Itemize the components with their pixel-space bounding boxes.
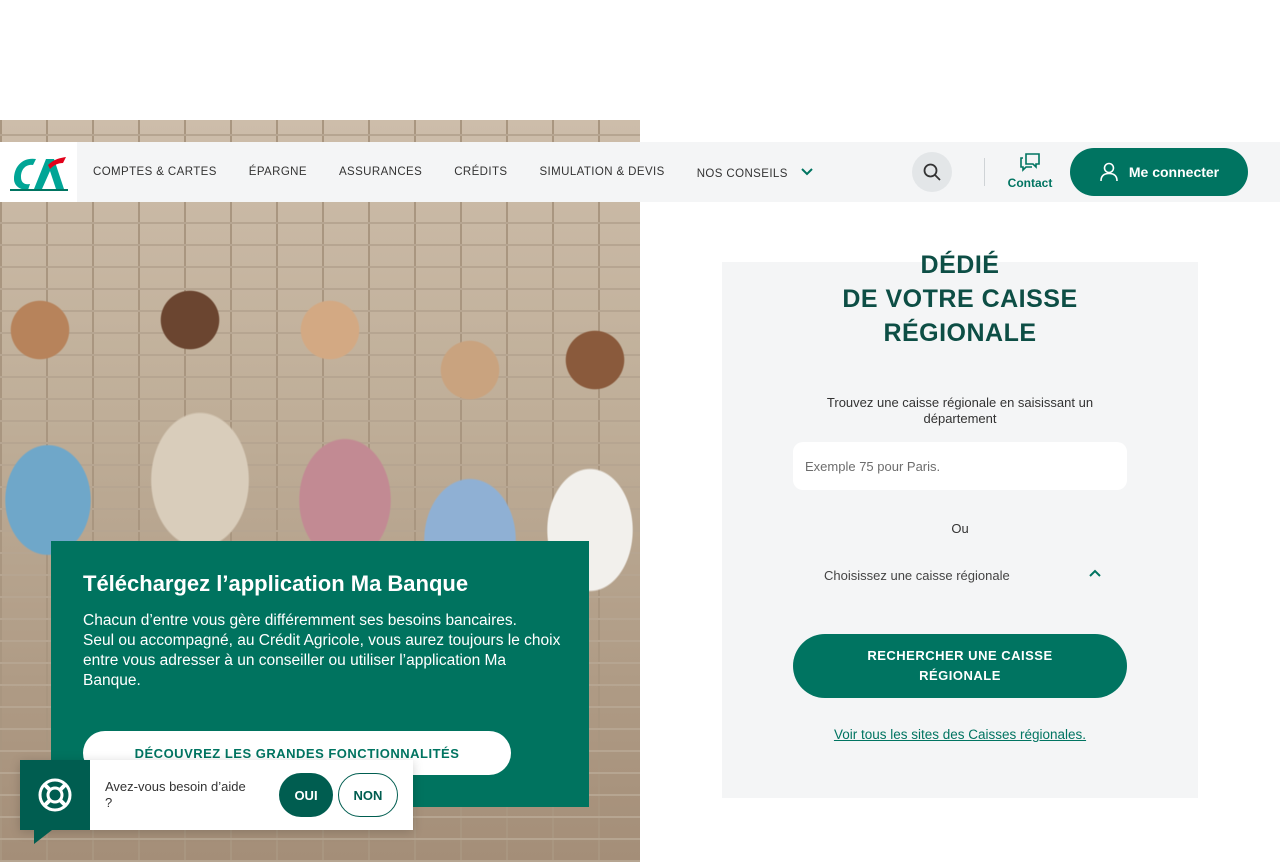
contact-label: Contact [1007,176,1053,190]
search-button[interactable] [912,152,952,192]
all-regional-sites-link[interactable]: Voir tous les sites des Caisses régional… [722,727,1198,742]
department-input[interactable] [793,442,1127,490]
promo-text-1: Chacun d’entre vous gère différemment se… [83,612,517,629]
lifebuoy-icon [38,778,72,812]
help-no-button[interactable]: NON [338,773,398,817]
login-button[interactable]: Me connecter [1070,148,1248,196]
card-title-line-3: RÉGIONALE [883,319,1037,347]
nav-nos-conseils[interactable]: NOS CONSEILS [681,164,830,180]
help-tail [34,830,52,844]
help-icon-box [20,760,90,830]
nav-assurances[interactable]: ASSURANCES [323,166,438,178]
regional-bank-select-value: Choisissez une caisse régionale [824,567,1010,583]
main-header: COMPTES & CARTES ÉPARGNE ASSURANCES CRÉD… [0,142,1280,202]
main-nav: COMPTES & CARTES ÉPARGNE ASSURANCES CRÉD… [77,142,829,202]
contact-button[interactable]: Contact [1000,152,1060,196]
nav-epargne[interactable]: ÉPARGNE [233,166,323,178]
help-yes-button[interactable]: OUI [279,773,333,817]
login-label: Me connecter [1128,164,1220,180]
help-question: Avez-vous besoin d’aide ? [105,779,246,810]
search-regional-bank-label: RECHERCHER UNE CAISSE RÉGIONALE [867,648,1053,683]
logo-link[interactable] [0,142,77,202]
search-regional-bank-button[interactable]: RECHERCHER UNE CAISSE RÉGIONALE [793,634,1127,698]
search-icon [923,163,941,181]
nav-comptes-cartes[interactable]: COMPTES & CARTES [77,166,233,178]
nav-simulation-devis[interactable]: SIMULATION & DEVIS [523,166,680,178]
department-input-label: Trouvez une caisse régionale en saisissa… [826,395,1094,426]
nav-credits[interactable]: CRÉDITS [438,166,523,178]
card-title-line-1: DÉDIÉ [920,251,1000,279]
chat-bubbles-icon [1020,153,1040,172]
regional-bank-finder: DÉDIÉ DE VOTRE CAISSE RÉGIONALE Trouvez … [722,251,1198,798]
promo-text: Chacun d’entre vous gère différemment se… [83,611,563,691]
promo-title: Téléchargez l’application Ma Banque [83,571,469,596]
help-widget: Avez-vous besoin d’aide ? OUI NON [20,760,413,830]
nav-nos-conseils-label: NOS CONSEILS [696,168,788,180]
regional-bank-select[interactable]: Choisissez une caisse régionale [793,558,1127,592]
or-label: Ou [951,521,969,536]
chevron-up-icon [1088,566,1102,581]
chevron-down-icon [801,163,814,179]
card-title-line-2: DE VOTRE CAISSE [842,285,1078,313]
header-divider [984,158,985,186]
user-icon [1100,162,1118,182]
promo-text-2: Seul ou accompagné, au Crédit Agricole, … [83,632,561,689]
credit-agricole-logo [9,157,68,191]
